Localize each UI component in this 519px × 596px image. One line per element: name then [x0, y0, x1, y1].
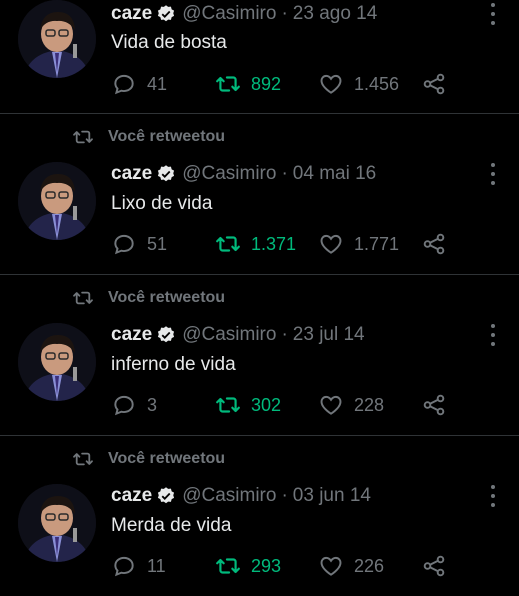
retweet-icon [73, 291, 93, 305]
retweet-button[interactable]: 302 [215, 392, 281, 418]
reply-icon [114, 395, 134, 416]
tweet-header: caze @Casimiro · 04 mai 16 [111, 160, 376, 188]
avatar[interactable] [18, 484, 96, 562]
reply-count: 41 [147, 73, 168, 94]
like-count: 1.771 [354, 233, 400, 254]
tweet[interactable]: Você retweetou caze @Casimiro · 23 jul 1… [0, 275, 519, 436]
heart-icon [320, 234, 342, 254]
retweet-count: 302 [251, 394, 282, 415]
retweeted-indicator: Você retweetou [72, 128, 225, 146]
retweeted-label[interactable]: Você retweetou [108, 128, 225, 146]
retweeted-indicator: Você retweetou [72, 289, 225, 307]
tweet-actions: 41 892 1.456 [111, 71, 511, 101]
retweet-button[interactable]: 293 [215, 553, 281, 579]
tweet-date[interactable]: 23 jul 14 [293, 324, 365, 346]
separator: · [281, 163, 288, 184]
tweet-date[interactable]: 04 mai 16 [293, 163, 376, 185]
tweet-actions: 3 302 228 [111, 392, 511, 422]
share-icon [423, 233, 445, 255]
share-button[interactable] [421, 231, 447, 257]
more-options-icon[interactable] [483, 3, 503, 25]
reply-count: 11 [147, 555, 166, 576]
avatar[interactable] [18, 162, 96, 240]
separator: · [281, 3, 288, 24]
retweet-icon [73, 130, 93, 144]
reply-button[interactable]: 11 [111, 553, 166, 579]
tweet-header: caze @Casimiro · 23 ago 14 [111, 0, 377, 28]
retweet-count: 892 [251, 73, 282, 94]
heart-icon [320, 74, 342, 94]
reply-button[interactable]: 51 [111, 231, 167, 257]
avatar[interactable] [18, 0, 96, 78]
like-button[interactable]: 1.771 [318, 231, 399, 257]
more-options-icon[interactable] [483, 163, 503, 185]
tweet[interactable]: Você retweetou caze @Casimiro · 03 jun 1… [0, 436, 519, 596]
more-options-icon[interactable] [483, 485, 503, 507]
retweet-count: 1.371 [251, 233, 297, 254]
retweet-icon [73, 452, 93, 466]
tweet-actions: 51 1.371 1.771 [111, 231, 511, 261]
reply-button[interactable]: 3 [111, 392, 157, 418]
verified-badge-icon [158, 326, 175, 343]
author-handle[interactable]: @Casimiro [182, 485, 276, 507]
retweet-icon [216, 236, 240, 252]
more-options-icon[interactable] [483, 324, 503, 346]
separator: · [281, 324, 288, 345]
verified-badge-icon [158, 5, 175, 22]
share-icon [423, 555, 445, 577]
share-button[interactable] [421, 71, 447, 97]
retweet-button[interactable]: 1.371 [215, 231, 296, 257]
verified-badge-icon [158, 165, 175, 182]
retweeted-label[interactable]: Você retweetou [108, 289, 225, 307]
like-count: 226 [354, 555, 385, 576]
tweet-text: inferno de vida [111, 354, 236, 375]
retweet-icon [216, 397, 240, 413]
share-icon [423, 394, 445, 416]
retweeted-label[interactable]: Você retweetou [108, 450, 225, 468]
tweet-text: Lixo de vida [111, 193, 213, 214]
avatar[interactable] [18, 323, 96, 401]
heart-icon [320, 395, 342, 415]
retweeted-indicator: Você retweetou [72, 450, 225, 468]
reply-count: 3 [147, 394, 158, 415]
share-icon [423, 73, 445, 95]
retweet-icon [216, 558, 240, 574]
tweet-header: caze @Casimiro · 03 jun 14 [111, 482, 371, 510]
author-name[interactable]: caze [111, 324, 152, 346]
like-button[interactable]: 226 [318, 553, 384, 579]
like-count: 228 [354, 394, 385, 415]
tweet-text: Merda de vida [111, 515, 232, 536]
tweet-header: caze @Casimiro · 23 jul 14 [111, 321, 365, 349]
tweet-date[interactable]: 23 ago 14 [293, 3, 378, 25]
reply-icon [114, 556, 134, 577]
like-count: 1.456 [354, 73, 400, 94]
tweet-actions: 11 293 226 [111, 553, 511, 583]
author-name[interactable]: caze [111, 3, 152, 25]
share-button[interactable] [421, 392, 447, 418]
author-name[interactable]: caze [111, 485, 152, 507]
retweet-count: 293 [251, 555, 282, 576]
like-button[interactable]: 228 [318, 392, 384, 418]
author-handle[interactable]: @Casimiro [182, 3, 276, 25]
verified-badge-icon [158, 487, 175, 504]
reply-icon [114, 234, 134, 255]
author-name[interactable]: caze [111, 163, 152, 185]
separator: · [281, 485, 288, 506]
author-handle[interactable]: @Casimiro [182, 324, 276, 346]
like-button[interactable]: 1.456 [318, 71, 399, 97]
tweet[interactable]: caze @Casimiro · 23 ago 14 Vida de bosta… [0, 0, 519, 114]
tweet[interactable]: Você retweetou caze @Casimiro · 04 mai 1… [0, 114, 519, 275]
retweet-button[interactable]: 892 [215, 71, 281, 97]
reply-count: 51 [147, 233, 168, 254]
tweet-text: Vida de bosta [111, 32, 227, 53]
reply-icon [114, 74, 134, 95]
retweet-icon [216, 76, 240, 92]
heart-icon [320, 556, 342, 576]
share-button[interactable] [421, 553, 447, 579]
reply-button[interactable]: 41 [111, 71, 167, 97]
author-handle[interactable]: @Casimiro [182, 163, 276, 185]
tweet-date[interactable]: 03 jun 14 [293, 485, 371, 507]
